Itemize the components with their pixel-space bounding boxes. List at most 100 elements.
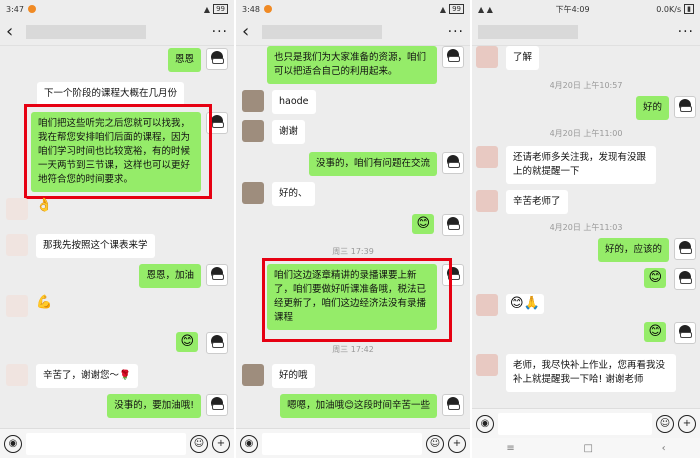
- avatar: [242, 120, 264, 142]
- avatar[interactable]: [442, 152, 464, 174]
- message-row: 辛苦了，谢谢您～🌹: [6, 364, 138, 388]
- home-icon[interactable]: □: [583, 443, 592, 454]
- message-input[interactable]: [262, 432, 422, 455]
- avatar[interactable]: [442, 264, 464, 286]
- chat-header: ···: [472, 18, 700, 46]
- message-row: 好的，应该的: [597, 238, 696, 262]
- avatar: [6, 198, 28, 220]
- voice-icon[interactable]: ◉: [476, 414, 494, 433]
- more-icon[interactable]: ···: [212, 24, 228, 40]
- message-bubble[interactable]: 咱们这边逐章精讲的录播课要上新了，咱们要做好听课准备哦，税法已经更新了，咱们这边…: [267, 264, 437, 330]
- message-row: 咱们把这些听完之后您就可以找我，我在帮您安排咱们后面的课程，因为咱们学习时间也比…: [31, 112, 228, 192]
- status-bar: ▲ ▲ 下午4:09 0.0K/s ▮: [472, 0, 700, 18]
- signal-icon: ▲: [439, 4, 447, 14]
- battery-icon: 99: [449, 4, 464, 14]
- back-icon[interactable]: ‹: [242, 21, 254, 42]
- message-bubble[interactable]: 那我先按照这个课表来学: [36, 234, 155, 258]
- message-bubble[interactable]: 好的，应该的: [597, 238, 669, 262]
- message-bubble[interactable]: 恩恩: [167, 48, 201, 72]
- message-bubble[interactable]: 咱们把这些听完之后您就可以找我，我在帮您安排咱们后面的课程，因为咱们学习时间也比…: [31, 112, 201, 192]
- plus-icon[interactable]: +: [212, 434, 230, 453]
- message-row: 没事的，要加油哦!: [107, 394, 228, 418]
- message-bubble[interactable]: 了解: [506, 46, 540, 70]
- avatar: [242, 182, 264, 204]
- avatar[interactable]: [206, 112, 228, 134]
- plus-icon[interactable]: +: [678, 414, 696, 433]
- emoji-icon[interactable]: ☺: [656, 414, 674, 433]
- message-row: 好的: [635, 96, 696, 120]
- status-time: 3:48: [242, 4, 260, 14]
- notification-dot-icon: [27, 5, 36, 13]
- back-nav-icon[interactable]: ‹: [662, 443, 666, 454]
- avatar: [6, 234, 28, 256]
- voice-icon[interactable]: ◉: [4, 434, 22, 453]
- avatar[interactable]: [206, 394, 228, 416]
- contact-name-blurred: [26, 24, 146, 39]
- message-bubble[interactable]: 没事的，咱们有问题在交流: [308, 152, 437, 176]
- message-emoji[interactable]: 😊🙏: [506, 294, 544, 314]
- message-bubble[interactable]: 下一个阶段的课程大概在几月份: [37, 82, 185, 106]
- message-emoji[interactable]: 💪: [36, 295, 52, 311]
- message-row: 那我先按照这个课表来学: [6, 234, 155, 258]
- message-row: 谢谢: [242, 120, 306, 144]
- avatar[interactable]: [206, 264, 228, 286]
- message-emoji[interactable]: 👌: [36, 198, 52, 214]
- status-bar: 3:48 ▲ 99: [236, 0, 470, 18]
- message-emoji[interactable]: 😊: [176, 332, 198, 352]
- avatar[interactable]: [674, 96, 696, 118]
- message-emoji[interactable]: 😊: [644, 268, 666, 288]
- chat-panel-3: ▲ ▲ 下午4:09 0.0K/s ▮ ··· 了解 4月20日 上午10:57…: [472, 0, 700, 458]
- more-icon[interactable]: ···: [448, 24, 464, 40]
- avatar[interactable]: [674, 322, 696, 344]
- message-row: 好的、: [242, 182, 315, 206]
- message-bubble[interactable]: 谢谢: [272, 120, 306, 144]
- message-bubble[interactable]: 老师，我尽快补上作业，您再看我没补上就提醒我一下哈! 谢谢老师: [506, 354, 676, 392]
- chat-header: ‹ ···: [0, 18, 234, 46]
- message-row: 😊: [644, 268, 696, 290]
- message-row: 恩恩: [167, 48, 228, 72]
- avatar[interactable]: [674, 238, 696, 260]
- message-bubble[interactable]: 恩恩，加油: [139, 264, 201, 288]
- network-speed: 0.0K/s: [656, 4, 682, 14]
- timestamp: 4月20日 上午10:57: [549, 81, 623, 90]
- more-icon[interactable]: ···: [678, 24, 694, 40]
- message-input[interactable]: [26, 432, 186, 455]
- message-bubble[interactable]: 辛苦老师了: [506, 190, 568, 214]
- voice-icon[interactable]: ◉: [240, 434, 258, 453]
- avatar[interactable]: [442, 394, 464, 416]
- message-row: 老师，我尽快补上作业，您再看我没补上就提醒我一下哈! 谢谢老师: [476, 354, 676, 392]
- message-emoji[interactable]: 😊: [644, 322, 666, 342]
- message-row: 💪: [6, 295, 52, 317]
- message-row: 咱们这边逐章精讲的录播课要上新了，咱们要做好听课准备哦，税法已经更新了，咱们这边…: [267, 264, 464, 330]
- message-bubble[interactable]: 没事的，要加油哦!: [107, 394, 201, 418]
- message-bubble[interactable]: 也只是我们为大家准备的资源，咱们可以把适合自己的利用起来。: [267, 46, 437, 84]
- message-row: 嗯嗯，加油哦😊这段时间辛苦一些: [280, 394, 464, 418]
- message-input[interactable]: [498, 412, 652, 435]
- message-row: 👌: [6, 198, 52, 220]
- emoji-icon[interactable]: ☺: [190, 434, 208, 453]
- message-row: 😊: [176, 332, 228, 354]
- status-time: 下午4:09: [555, 4, 590, 14]
- message-emoji[interactable]: 😊: [412, 214, 434, 234]
- message-bubble[interactable]: 嗯嗯，加油哦😊这段时间辛苦一些: [280, 394, 437, 418]
- message-bubble[interactable]: haode: [272, 90, 316, 114]
- message-bubble[interactable]: 好的哦: [272, 364, 315, 388]
- avatar[interactable]: [442, 46, 464, 68]
- avatar[interactable]: [674, 268, 696, 290]
- message-bubble[interactable]: 好的、: [272, 182, 315, 206]
- message-row: 辛苦老师了: [476, 190, 568, 214]
- message-bubble[interactable]: 还请老师多关注我，发现有没跟上的就提醒一下: [506, 146, 656, 184]
- emoji-icon[interactable]: ☺: [426, 434, 444, 453]
- avatar: [6, 295, 28, 317]
- menu-icon[interactable]: ≡: [506, 443, 514, 454]
- avatar: [476, 354, 498, 376]
- message-row: 恩恩，加油: [139, 264, 228, 288]
- message-bubble[interactable]: 辛苦了，谢谢您～🌹: [36, 364, 138, 388]
- avatar[interactable]: [442, 214, 464, 236]
- back-icon[interactable]: ‹: [6, 21, 18, 42]
- plus-icon[interactable]: +: [448, 434, 466, 453]
- avatar[interactable]: [206, 48, 228, 70]
- avatar[interactable]: [206, 332, 228, 354]
- message-bubble[interactable]: 好的: [635, 96, 669, 120]
- status-bar: 3:47 ▲ 99: [0, 0, 234, 18]
